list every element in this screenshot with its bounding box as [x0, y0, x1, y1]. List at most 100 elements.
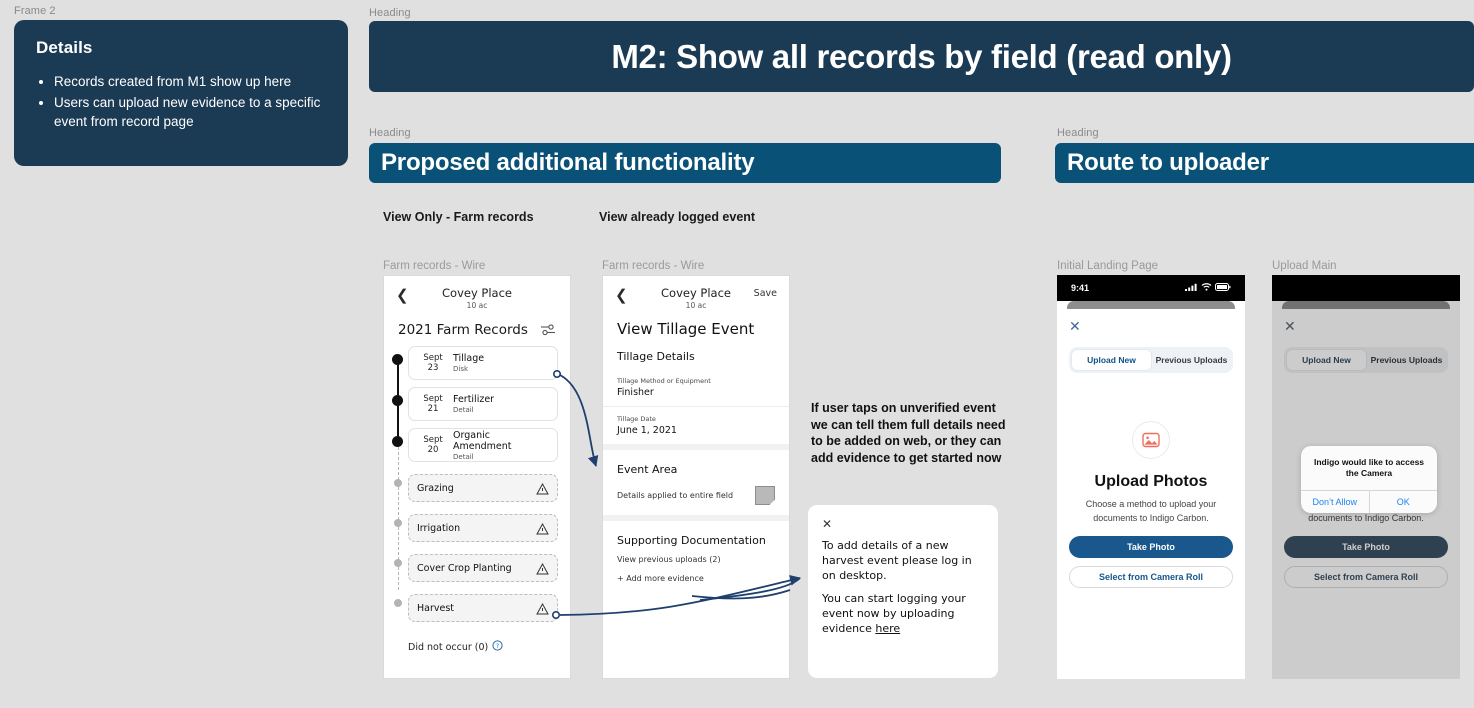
record-row-organic-amendment[interactable]: Sept 20 Organic Amendment Detail	[408, 428, 558, 462]
upload-sheet: ✕ Upload New Previous Uploads Upload Pho…	[1057, 309, 1245, 679]
record-date: Sept 21	[423, 393, 443, 414]
details-bullet: Users can upload new evidence to a speci…	[54, 93, 326, 132]
ok-button[interactable]: OK	[1370, 491, 1438, 513]
upload-title: Upload Photos	[1094, 473, 1208, 490]
banner-main-heading: M2: Show all records by field (read only…	[369, 21, 1474, 92]
heading-label-proposed: Heading	[369, 127, 411, 139]
wire2-farm-name: Covey Place	[661, 286, 731, 300]
callout-paragraph-1: To add details of a new harvest event pl…	[822, 539, 972, 583]
close-x-icon[interactable]: ✕	[1284, 319, 1448, 333]
upload-tabs: Upload New Previous Uploads	[1284, 347, 1448, 373]
did-not-occur-label: Did not occur (0)	[408, 641, 489, 653]
wire2-title-block: Covey Place 10 ac	[603, 286, 789, 310]
banner-route-text: Route to uploader	[1067, 149, 1269, 176]
ios-status-bar: 9:41	[1057, 275, 1245, 301]
upload-subtitle: Choose a method to upload your documents…	[1085, 499, 1217, 523]
section-label-view-logged: View already logged event	[599, 210, 756, 224]
record-subtitle: Disk	[453, 365, 469, 373]
take-photo-button[interactable]: Take Photo	[1069, 536, 1233, 558]
ios-status-bar	[1272, 275, 1460, 301]
timeline-dot	[392, 436, 403, 447]
field-tillage-method: Tillage Method or Equipment Finisher	[603, 369, 789, 406]
callout-here-link[interactable]: here	[875, 622, 900, 635]
field-tillage-date: Tillage Date June 1, 2021	[603, 406, 789, 444]
timeline-dot-muted	[393, 519, 402, 527]
callout-card: ✕ To add details of a new harvest event …	[808, 505, 998, 678]
sheet-peek	[1282, 301, 1450, 309]
wire1-records-title: 2021 Farm Records	[398, 322, 528, 338]
timeline-dot-muted	[393, 479, 402, 487]
upload-body: Upload Photos Choose a method to upload …	[1069, 373, 1233, 588]
tab-upload-new[interactable]: Upload New	[1286, 349, 1367, 371]
document-thumbnail-icon	[755, 486, 775, 505]
record-row-cover-crop-planting[interactable]: Cover Crop Planting	[408, 554, 558, 582]
upload-tabs: Upload New Previous Uploads	[1069, 347, 1233, 373]
event-area-section: Event Area	[603, 444, 789, 482]
section-label-view-only: View Only - Farm records	[383, 210, 534, 224]
record-name: Organic Amendment	[453, 429, 512, 452]
record-body: Fertilizer Detail	[453, 394, 494, 414]
filter-sliders-icon[interactable]	[540, 323, 556, 337]
status-indicators	[1185, 283, 1231, 293]
battery-icon	[1215, 283, 1231, 293]
alert-actions: Don’t Allow OK	[1301, 489, 1438, 513]
record-row-fertilizer[interactable]: Sept 21 Fertilizer Detail	[408, 387, 558, 421]
event-area-text: Details applied to entire field	[617, 491, 734, 500]
record-row-irrigation[interactable]: Irrigation	[408, 514, 558, 542]
question-circle-icon[interactable]: ?	[492, 640, 503, 654]
record-body: Tillage Disk	[453, 353, 484, 373]
status-time: 9:41	[1071, 283, 1090, 293]
tab-upload-new[interactable]: Upload New	[1071, 349, 1152, 371]
wire1-caption: Farm records - Wire	[383, 260, 486, 272]
did-not-occur-row[interactable]: Did not occur (0) ?	[408, 634, 558, 654]
view-previous-uploads-link[interactable]: View previous uploads (2)	[603, 553, 789, 564]
details-card: Details Records created from M1 show up …	[14, 20, 348, 166]
wire2-farm-acres: 10 ac	[685, 301, 707, 310]
record-row-tillage[interactable]: Sept 23 Tillage Disk	[408, 346, 558, 380]
banner-proposed-heading: Proposed additional functionality	[369, 143, 1001, 183]
event-area-row: Details applied to entire field	[603, 482, 789, 515]
banner-route-heading: Route to uploader	[1055, 143, 1474, 183]
close-x-icon[interactable]: ✕	[1069, 319, 1233, 333]
record-name: Grazing	[417, 482, 454, 494]
record-body: Organic Amendment Detail	[453, 430, 549, 461]
image-placeholder-icon	[1132, 421, 1170, 459]
cellular-signal-icon	[1185, 283, 1198, 293]
heading-label-route: Heading	[1057, 127, 1099, 139]
take-photo-button[interactable]: Take Photo	[1284, 536, 1448, 558]
warning-triangle-icon	[536, 482, 549, 495]
select-from-camera-roll-button[interactable]: Select from Camera Roll	[1069, 566, 1233, 588]
wifi-icon	[1201, 283, 1212, 293]
details-title: Details	[36, 38, 93, 57]
supporting-documentation-section: Supporting Documentation	[603, 515, 789, 553]
record-date: Sept 20	[423, 434, 443, 455]
wire2-nav-bar: ❮ Covey Place 10 ac Save	[603, 276, 789, 316]
tab-previous-uploads[interactable]: Previous Uploads	[1152, 349, 1231, 371]
event-area-heading: Event Area	[617, 463, 678, 476]
wire1-farm-name: Covey Place	[442, 286, 512, 300]
close-x-icon[interactable]: ✕	[822, 517, 984, 531]
frame-label: Frame 2	[14, 5, 56, 17]
record-row-harvest[interactable]: Harvest	[408, 594, 558, 622]
phone-initial-landing-page: 9:41 ✕ Upload New Previous Uploads Uploa…	[1057, 275, 1245, 679]
svg-text:?: ?	[496, 642, 499, 650]
add-more-evidence-button[interactable]: + Add more evidence	[603, 564, 789, 583]
warning-triangle-icon	[536, 562, 549, 575]
annotation-note: If user taps on unverified event we can …	[811, 401, 1006, 465]
select-from-camera-roll-button[interactable]: Select from Camera Roll	[1284, 566, 1448, 588]
wire2-caption: Farm records - Wire	[602, 260, 705, 272]
field-label: Tillage Method or Equipment	[617, 377, 711, 385]
banner-proposed-text: Proposed additional functionality	[381, 149, 755, 176]
details-bullet: Records created from M1 show up here	[54, 72, 326, 92]
tab-previous-uploads[interactable]: Previous Uploads	[1367, 349, 1446, 371]
record-name: Fertilizer	[453, 394, 495, 405]
record-name: Cover Crop Planting	[417, 562, 512, 574]
record-name: Tillage	[453, 353, 485, 364]
timeline-dot-muted	[393, 599, 402, 607]
record-date: Sept 23	[423, 352, 443, 373]
record-row-grazing[interactable]: Grazing	[408, 474, 558, 502]
dont-allow-button[interactable]: Don’t Allow	[1301, 490, 1370, 513]
field-value: June 1, 2021	[617, 425, 677, 436]
alert-message: Indigo would like to access the Camera	[1313, 457, 1425, 479]
heading-label-main: Heading	[369, 7, 411, 19]
